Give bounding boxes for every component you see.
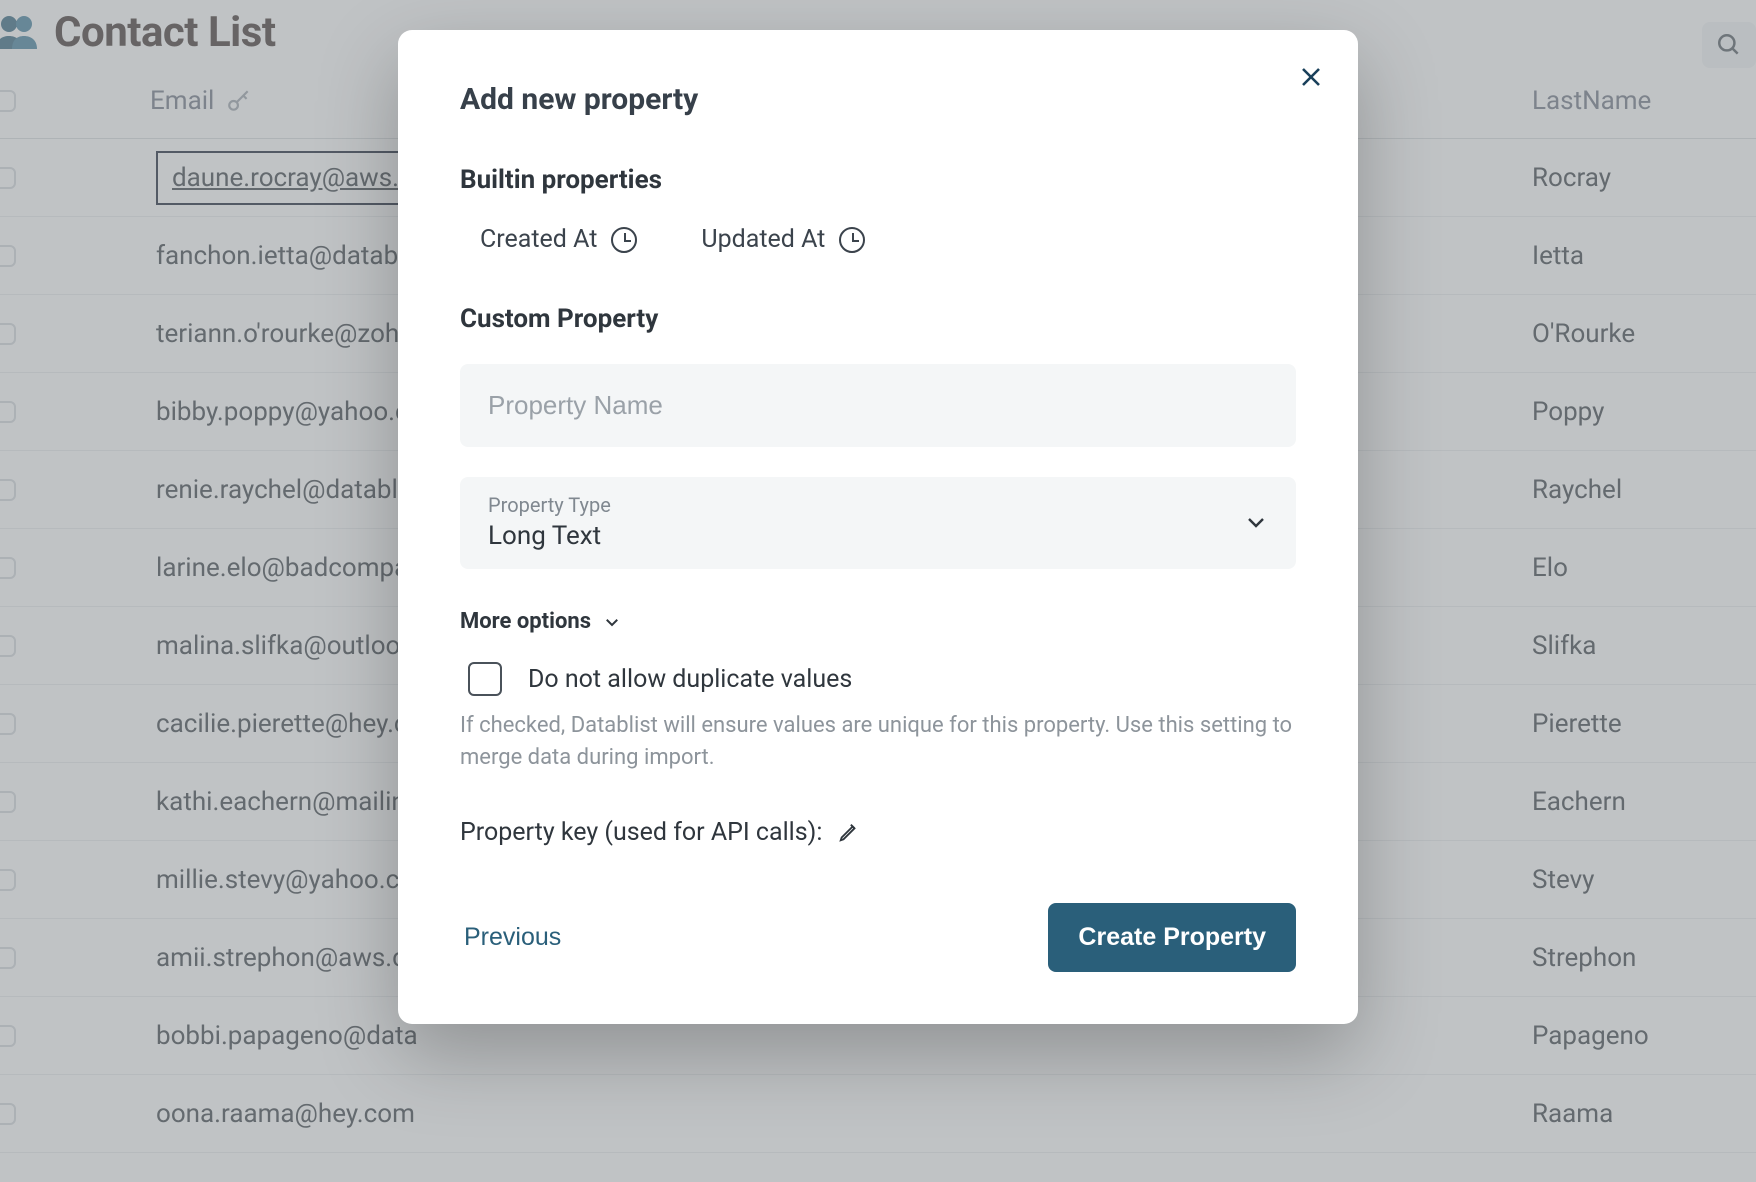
property-type-select[interactable]: Property Type Long Text [460, 477, 1296, 569]
property-key-row: Property key (used for API calls): [460, 818, 1296, 847]
builtin-properties: Created At Updated At [460, 225, 1296, 254]
property-type-label: Property Type [488, 493, 611, 517]
create-property-button[interactable]: Create Property [1048, 903, 1296, 972]
builtin-created-label: Created At [480, 225, 597, 254]
modal-footer: Previous Create Property [460, 903, 1296, 972]
property-name-field-wrap [460, 364, 1296, 447]
builtin-updated-at[interactable]: Updated At [701, 225, 865, 254]
clock-icon [611, 227, 637, 253]
builtin-created-at[interactable]: Created At [480, 225, 637, 254]
chevron-down-icon [1244, 510, 1268, 534]
edit-icon[interactable] [838, 821, 860, 843]
modal-overlay[interactable]: Add new property Builtin properties Crea… [0, 0, 1756, 1182]
duplicate-values-checkbox[interactable] [468, 662, 502, 696]
property-key-label: Property key (used for API calls): [460, 818, 822, 847]
previous-button[interactable]: Previous [460, 913, 565, 962]
more-options-label: More options [460, 609, 591, 634]
more-options-toggle[interactable]: More options [460, 609, 1296, 634]
builtin-section-title: Builtin properties [460, 165, 1296, 195]
property-type-value: Long Text [488, 521, 611, 551]
modal-title: Add new property [460, 82, 1296, 117]
custom-section-title: Custom Property [460, 304, 1296, 334]
close-button[interactable] [1292, 58, 1330, 96]
duplicate-values-row: Do not allow duplicate values [460, 662, 1296, 696]
chevron-down-icon [603, 613, 621, 631]
property-name-input[interactable] [488, 390, 1268, 421]
add-property-modal: Add new property Builtin properties Crea… [398, 30, 1358, 1024]
builtin-updated-label: Updated At [701, 225, 825, 254]
clock-icon [839, 227, 865, 253]
duplicate-values-help: If checked, Datablist will ensure values… [460, 710, 1296, 774]
duplicate-values-label: Do not allow duplicate values [528, 665, 852, 694]
